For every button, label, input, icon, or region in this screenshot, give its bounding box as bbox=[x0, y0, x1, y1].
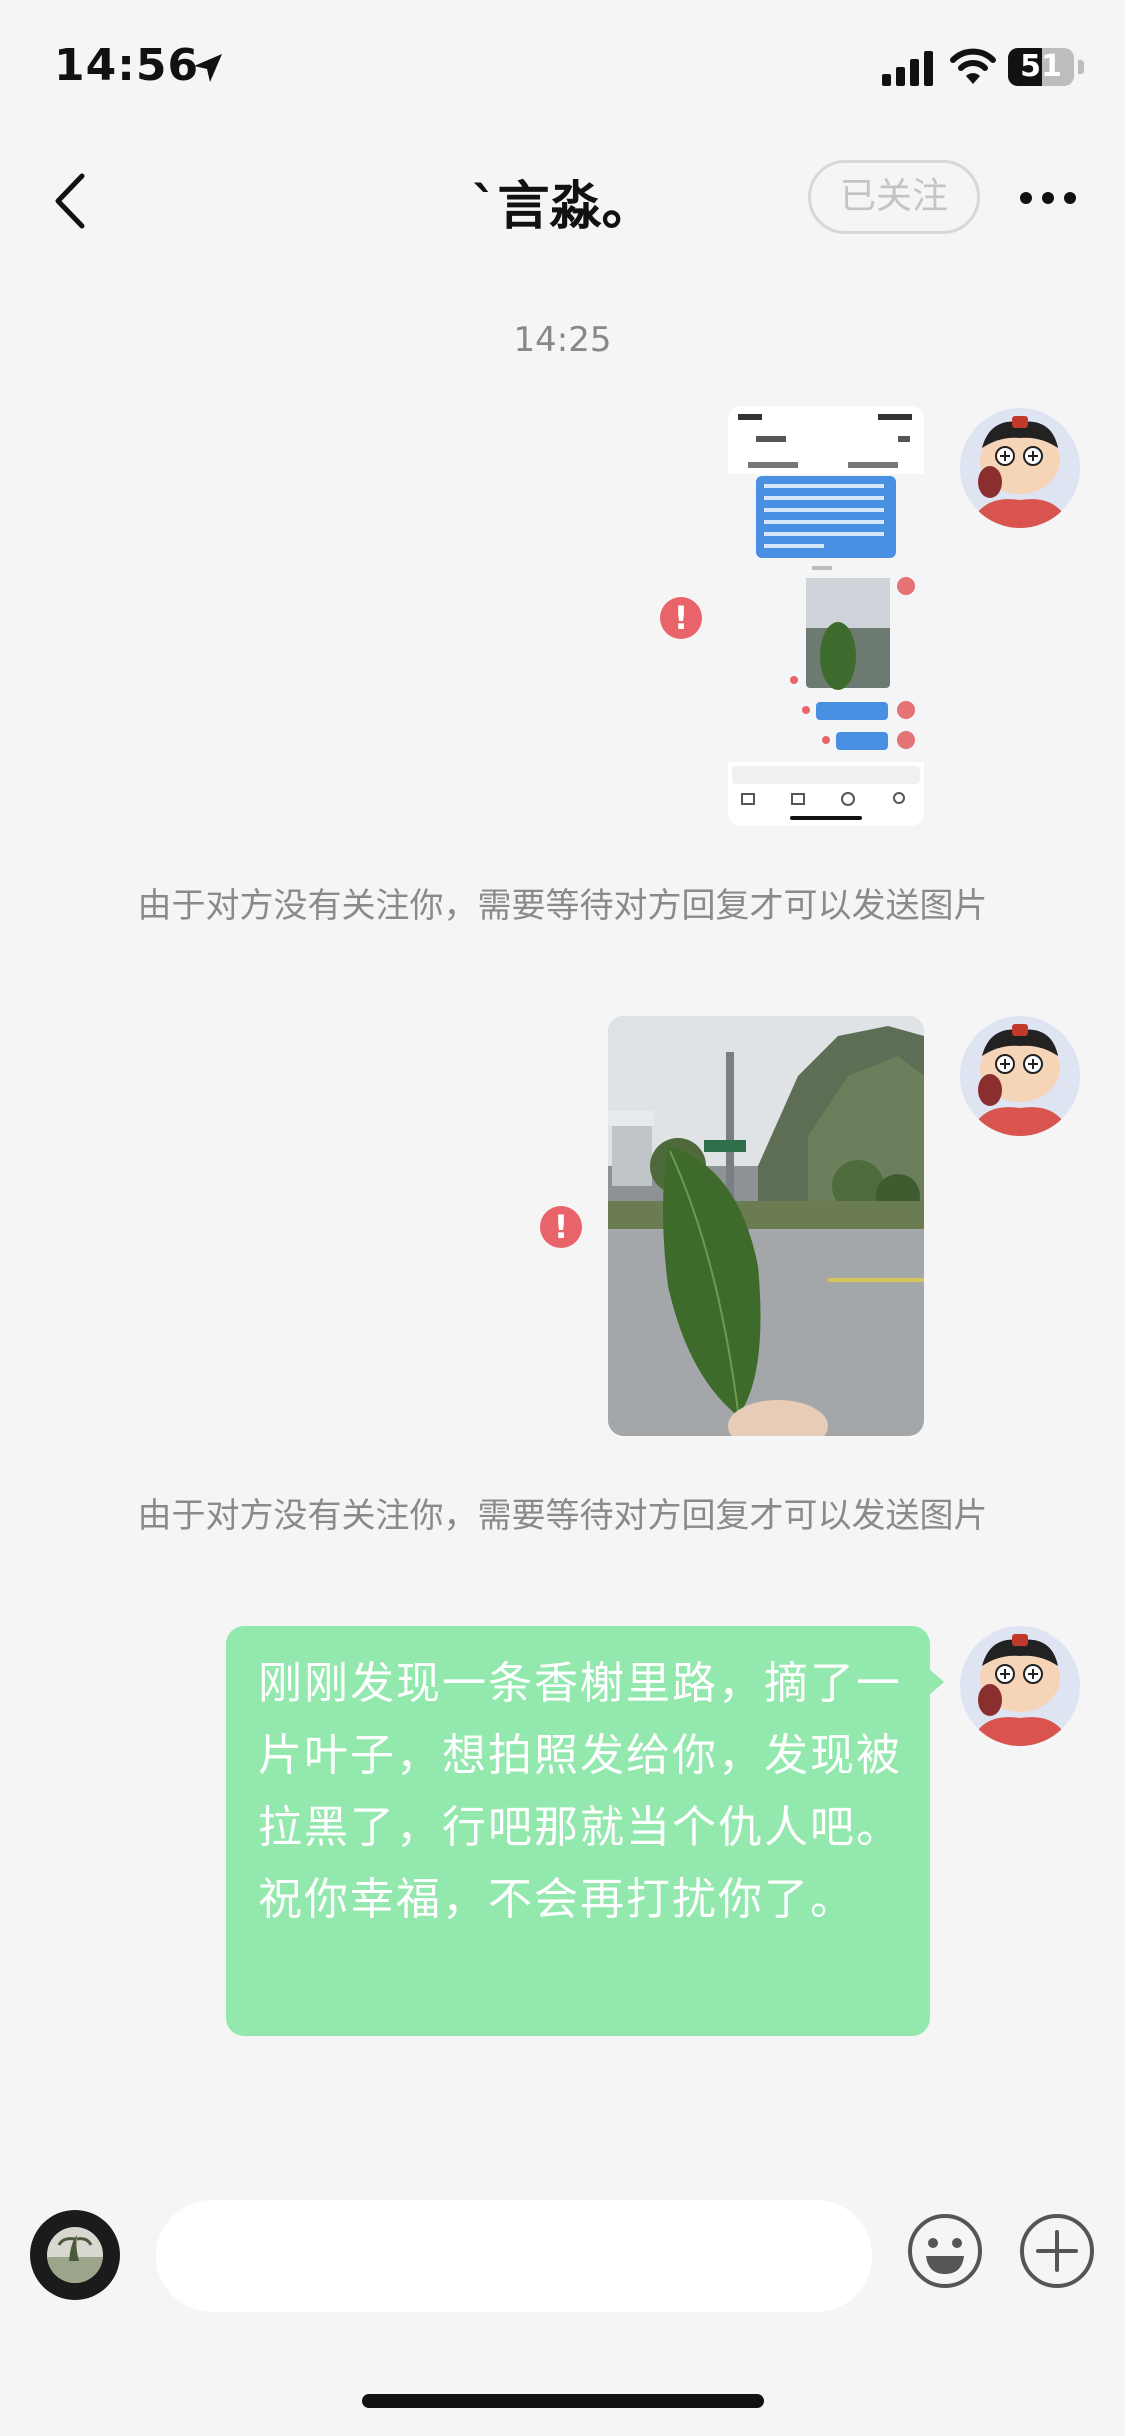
avatar[interactable] bbox=[960, 408, 1080, 528]
error-icon[interactable]: ! bbox=[660, 597, 702, 639]
chat-header: ˋ言淼。 已关注 bbox=[0, 150, 1125, 250]
emoji-icon[interactable] bbox=[906, 2212, 984, 2290]
send-restriction-notice: 由于对方没有关注你，需要等待对方回复才可以发送图片 bbox=[137, 1496, 988, 1536]
follow-button[interactable]: 已关注 bbox=[808, 160, 980, 234]
message-input[interactable] bbox=[156, 2200, 872, 2312]
avatar[interactable] bbox=[960, 1016, 1080, 1136]
signal-icon bbox=[882, 51, 933, 86]
sent-image-leaf-photo[interactable] bbox=[608, 1016, 924, 1436]
chat-timestamp: 14:25 bbox=[513, 320, 612, 360]
status-time: 14:56 bbox=[54, 40, 200, 91]
bubble-tail bbox=[928, 1668, 944, 1696]
record-cover bbox=[47, 2227, 103, 2283]
send-restriction-notice: 由于对方没有关注你，需要等待对方回复才可以发送图片 bbox=[137, 886, 988, 926]
music-record-button[interactable] bbox=[30, 2210, 120, 2300]
sent-image-screenshot[interactable] bbox=[728, 406, 924, 826]
wifi-icon bbox=[950, 48, 996, 84]
home-indicator bbox=[362, 2394, 764, 2408]
plus-icon[interactable] bbox=[1018, 2212, 1096, 2290]
avatar[interactable] bbox=[960, 1626, 1080, 1746]
error-icon[interactable]: ! bbox=[540, 1206, 582, 1248]
battery-icon: 51 bbox=[1008, 48, 1084, 86]
more-icon[interactable] bbox=[1018, 190, 1078, 206]
text-message-bubble[interactable]: 刚刚发现一条香榭里路，摘了一片叶子，想拍照发给你，发现被拉黑了，行吧那就当个仇人… bbox=[226, 1626, 930, 2036]
status-bar: 14:56 51 bbox=[0, 0, 1125, 130]
message-text: 刚刚发现一条香榭里路，摘了一片叶子，想拍照发给你，发现被拉黑了，行吧那就当个仇人… bbox=[258, 1658, 902, 1925]
battery-level-text: 51 bbox=[1020, 49, 1062, 84]
location-arrow-icon bbox=[194, 54, 222, 82]
